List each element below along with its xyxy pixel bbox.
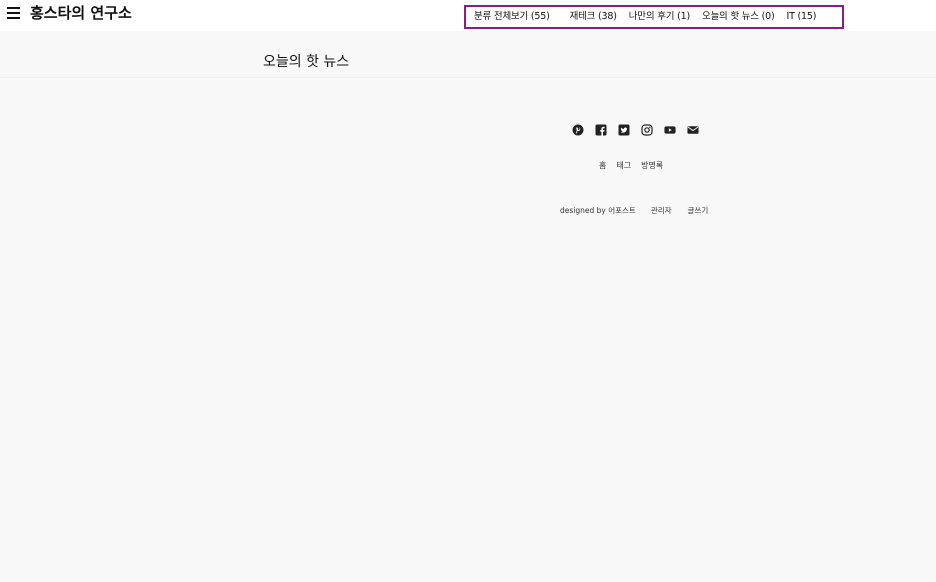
- category-reviews[interactable]: 나만의 후기 (1): [629, 10, 690, 24]
- footer-meta: designed by 어포스트 관리자 글쓰기: [560, 205, 708, 216]
- footer-links: 홈 태그 방명록: [599, 160, 663, 171]
- hamburger-menu-icon[interactable]: [7, 5, 21, 19]
- instagram-icon[interactable]: [641, 124, 653, 136]
- category-finance[interactable]: 재테크 (38): [570, 10, 617, 24]
- footer-link-home[interactable]: 홈: [599, 160, 606, 171]
- youtube-icon[interactable]: [664, 124, 676, 136]
- divider: [0, 77, 936, 78]
- social-links: [572, 124, 699, 136]
- write-post-link[interactable]: 글쓰기: [688, 205, 709, 216]
- blog-title[interactable]: 홍스타의 연구소: [30, 3, 132, 23]
- header: 홍스타의 연구소 분류 전체보기 (55) 재테크 (38) 나만의 후기 (1…: [0, 0, 936, 31]
- page: 홍스타의 연구소 분류 전체보기 (55) 재테크 (38) 나만의 후기 (1…: [0, 0, 936, 582]
- designer-credit: designed by 어포스트: [560, 206, 636, 215]
- category-it[interactable]: IT (15): [787, 10, 817, 24]
- pinterest-icon[interactable]: [572, 124, 584, 136]
- category-all[interactable]: 분류 전체보기 (55): [474, 10, 550, 24]
- footer-link-guestbook[interactable]: 방명록: [641, 160, 663, 171]
- twitter-icon[interactable]: [618, 124, 630, 136]
- page-title: 오늘의 핫 뉴스: [263, 54, 350, 70]
- category-hot-news[interactable]: 오늘의 핫 뉴스 (0): [702, 10, 775, 24]
- footer-link-tags[interactable]: 태그: [616, 160, 631, 171]
- facebook-icon[interactable]: [595, 124, 607, 136]
- category-nav: 분류 전체보기 (55) 재테크 (38) 나만의 후기 (1) 오늘의 핫 뉴…: [464, 5, 844, 29]
- mail-icon[interactable]: [687, 124, 699, 136]
- admin-link[interactable]: 관리자: [651, 205, 672, 216]
